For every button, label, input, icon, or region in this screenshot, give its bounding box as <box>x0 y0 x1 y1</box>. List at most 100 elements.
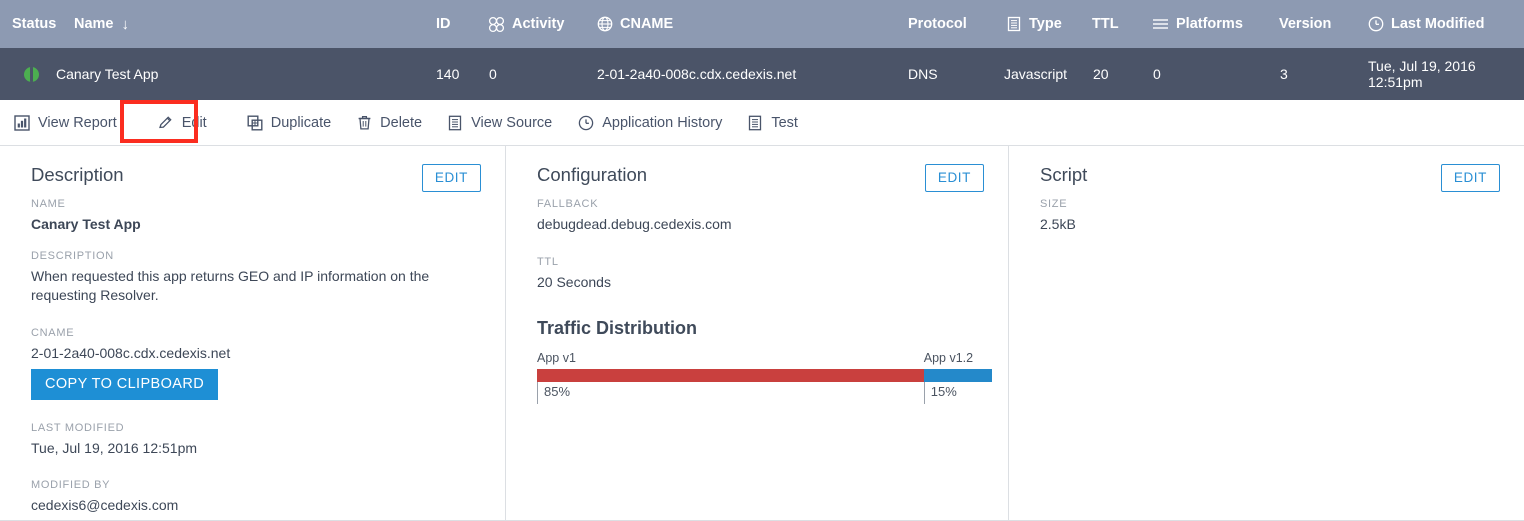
application-history-button[interactable]: Application History <box>578 115 722 131</box>
row-cell-protocol: DNS <box>908 66 938 82</box>
traffic-series-label: App v1 <box>537 350 576 365</box>
traffic-distribution-bar <box>537 368 992 382</box>
column-header-platforms-label: Platforms <box>1176 16 1243 32</box>
document-icon <box>748 115 763 131</box>
view-report-label: View Report <box>38 114 117 131</box>
field-description: DESCRIPTION When requested this app retu… <box>31 250 481 305</box>
field-cname: CNAME 2-01-2a40-008c.cdx.cedexis.net COP… <box>31 327 481 400</box>
column-header-ttl[interactable]: TTL <box>1092 0 1119 48</box>
traffic-series-label: App v1.2 <box>923 350 974 365</box>
traffic-value-label: 15% <box>923 381 957 404</box>
row-cell-activity: 0 <box>489 66 497 82</box>
view-source-label: View Source <box>471 114 553 131</box>
field-ttl: TTL 20 Seconds <box>537 256 984 292</box>
field-description-value: When requested this app returns GEO and … <box>31 267 430 303</box>
configuration-panel: Configuration EDIT FALLBACK debugdead.de… <box>505 146 1008 520</box>
field-name-label: NAME <box>31 198 66 210</box>
document-icon <box>1007 16 1022 32</box>
script-panel-title: Script <box>1040 164 1088 185</box>
test-label: Test <box>771 114 798 131</box>
column-header-activity[interactable]: Activity <box>488 0 564 48</box>
column-header-version[interactable]: Version <box>1279 0 1331 48</box>
configuration-edit-button[interactable]: EDIT <box>924 164 984 192</box>
field-last-modified: LAST MODIFIED Tue, Jul 19, 2016 12:51pm <box>31 422 481 458</box>
document-icon <box>448 115 463 131</box>
detail-panels: Description EDIT NAME Canary Test App DE… <box>0 146 1524 521</box>
edit-label: Edit <box>181 114 207 131</box>
traffic-value-label: 85% <box>537 381 570 404</box>
field-size-value: 2.5kB <box>1040 216 1076 232</box>
field-fallback-label: FALLBACK <box>537 198 599 210</box>
field-cname-value: 2-01-2a40-008c.cdx.cedexis.net <box>31 344 231 361</box>
grid4-icon <box>488 16 505 33</box>
field-ttl-value: 20 Seconds <box>537 273 611 290</box>
duplicate-label: Duplicate <box>270 114 332 131</box>
row-cell-id: 140 <box>436 66 460 82</box>
edit-button[interactable]: Edit <box>157 114 207 131</box>
traffic-distribution-chart: App v1 App v1.2 85% 15% <box>537 351 992 406</box>
row-cell-last-modified: Tue, Jul 19, 2016 12:51pm <box>1368 48 1476 100</box>
field-modified-by-label: MODIFIED BY <box>31 479 111 492</box>
field-fallback-value: debugdead.debug.cedexis.com <box>537 216 732 232</box>
test-button[interactable]: Test <box>748 115 798 131</box>
clock-icon <box>1368 16 1384 32</box>
column-header-activity-label: Activity <box>512 16 565 32</box>
copy-to-clipboard-button[interactable]: COPY TO CLIPBOARD <box>31 368 219 400</box>
column-header-cname-label: CNAME <box>620 16 674 32</box>
field-modified-by-value: cedexis6@cedexis.com <box>31 497 179 514</box>
sort-descending-icon: ↓ <box>121 15 130 33</box>
column-header-cname[interactable]: CNAME <box>597 0 673 48</box>
field-ttl-label: TTL <box>537 255 559 268</box>
column-header-id[interactable]: ID <box>436 0 451 48</box>
column-header-platforms[interactable]: Platforms <box>1152 0 1243 48</box>
column-header-type-label: Type <box>1029 16 1062 32</box>
delete-button[interactable]: Delete <box>357 114 422 131</box>
script-edit-button[interactable]: EDIT <box>1440 164 1500 192</box>
traffic-bar-segment <box>537 368 924 382</box>
column-header-status[interactable]: Status <box>12 0 56 48</box>
column-header-last-modified[interactable]: Last Modified <box>1368 0 1484 48</box>
description-panel-title: Description <box>31 164 124 185</box>
column-header-protocol-label: Protocol <box>908 16 967 32</box>
bar-chart-icon <box>14 114 30 131</box>
status-badge <box>24 48 39 100</box>
duplicate-button[interactable]: Duplicate <box>247 115 331 131</box>
column-header-name[interactable]: Name ↓ <box>74 0 129 48</box>
table-row[interactable]: Canary Test App 140 0 2-01-2a40-008c.cdx… <box>0 48 1524 100</box>
status-split-circle-icon <box>24 66 39 82</box>
field-name-value: Canary Test App <box>31 216 141 232</box>
field-last-modified-value: Tue, Jul 19, 2016 12:51pm <box>31 439 198 456</box>
row-cell-ttl: 20 <box>1093 66 1109 82</box>
field-size-label: SIZE <box>1040 198 1068 210</box>
column-header-ttl-label: TTL <box>1092 16 1119 32</box>
list-icon <box>1152 17 1169 31</box>
view-report-button[interactable]: View Report <box>14 115 117 131</box>
column-header-type[interactable]: Type <box>1007 0 1062 48</box>
field-cname-label: CNAME <box>31 326 75 339</box>
description-edit-button[interactable]: EDIT <box>421 164 481 192</box>
row-cell-name: Canary Test App <box>56 66 159 82</box>
column-header-protocol[interactable]: Protocol <box>908 0 967 48</box>
clock-icon <box>578 115 594 131</box>
row-cell-cname: 2-01-2a40-008c.cdx.cedexis.net <box>597 66 797 82</box>
row-cell-platforms: 0 <box>1153 66 1161 82</box>
column-header-name-label: Name <box>74 16 114 32</box>
column-header-id-label: ID <box>436 16 451 32</box>
field-last-modified-label: LAST MODIFIED <box>31 421 125 434</box>
column-header-status-label: Status <box>12 16 57 32</box>
traffic-distribution-title: Traffic Distribution <box>537 317 698 338</box>
field-size: SIZE 2.5kB <box>1040 198 1500 234</box>
field-fallback: FALLBACK debugdead.debug.cedexis.com <box>537 198 984 234</box>
field-name: NAME Canary Test App <box>31 198 481 234</box>
view-source-button[interactable]: View Source <box>448 115 552 131</box>
row-cell-type: Javascript <box>1004 66 1068 82</box>
field-description-label: DESCRIPTION <box>31 249 114 262</box>
traffic-distribution-value-labels: 85% 15% <box>537 381 992 406</box>
action-toolbar: View Report Edit Duplicate Delete View S… <box>0 100 1524 146</box>
traffic-distribution-series-labels: App v1 App v1.2 <box>537 351 992 369</box>
applications-table-header: Status Name ↓ ID Activity CNAME Protocol… <box>0 0 1524 48</box>
column-header-last-modified-label: Last Modified <box>1391 16 1485 32</box>
row-cell-last-modified-time: 12:51pm <box>1368 74 1423 90</box>
pencil-icon <box>157 114 174 131</box>
application-history-label: Application History <box>602 114 723 131</box>
